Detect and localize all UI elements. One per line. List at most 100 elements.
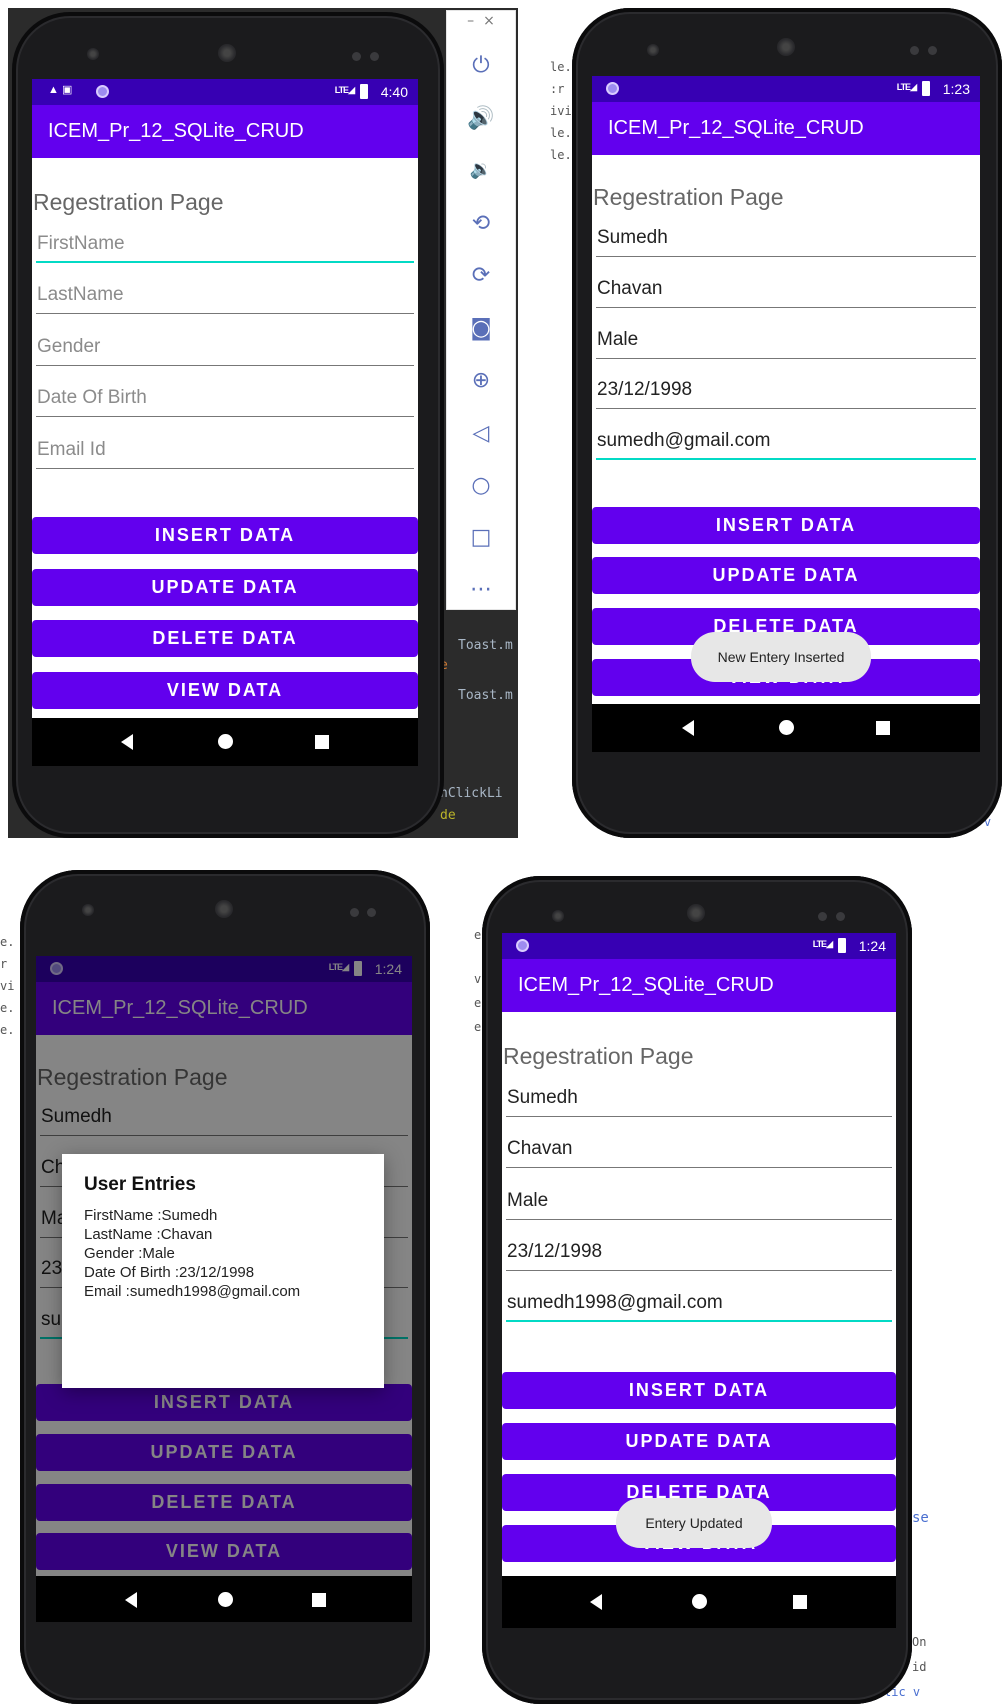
nav-back-icon[interactable] [590,1594,602,1610]
battery-icon [360,84,368,99]
sensor [836,912,845,921]
app-screen: LTE◢ 1:24 ICEM_Pr_12_SQLite_CRUD Regestr… [502,933,896,1628]
rotate-left-icon[interactable]: ⟲ [447,211,515,236]
first-name-field[interactable]: Sumedh [506,1083,892,1117]
page-title: Regestration Page [593,184,784,210]
status-bar: ▲ ▣ LTE◢ 4:40 [32,79,418,105]
back-icon[interactable]: ◁ [447,421,515,446]
battery-icon [922,81,930,96]
app-title: ICEM_Pr_12_SQLite_CRUD [592,102,980,155]
update-data-button[interactable]: UPDATE DATA [592,557,980,594]
earpiece [215,900,233,918]
nav-bar [502,1576,896,1628]
user-entries-dialog: User Entries FirstName :Sumedh LastName … [62,1154,384,1388]
last-name-field[interactable]: Chavan [596,274,976,308]
dialog-line-email: Email :sumedh1998@gmail.com [84,1283,301,1300]
more-icon[interactable]: ⋯ [447,577,515,602]
gender-field[interactable]: Male [596,325,976,359]
nav-overview-icon[interactable] [876,721,890,735]
status-time: 1:24 [858,938,886,954]
sensor [928,46,937,55]
panel-screen-empty-form: e Toast.m Toast.m nClickLi de – × ⏻ 🔊 🔉 … [0,0,520,845]
email-field[interactable]: Email Id [36,435,414,469]
nav-home-icon[interactable] [779,720,794,735]
dob-field[interactable]: 23/12/1998 [596,375,976,409]
front-camera [552,910,564,922]
code-fragment: le. [550,126,572,140]
nav-overview-icon[interactable] [315,735,329,749]
volume-up-icon[interactable]: 🔊 [447,106,515,131]
page-title: Regestration Page [503,1043,694,1069]
code-fragment: e. [0,935,15,949]
nav-overview-icon[interactable] [793,1595,807,1609]
notification-icons: ▲ ▣ [48,84,73,96]
code-on: On [912,1635,927,1649]
camera-icon[interactable]: ◙ [447,316,515,341]
status-time: 4:40 [380,84,408,100]
update-data-button[interactable]: UPDATE DATA [32,569,418,606]
first-name-field[interactable]: Sumedh [596,223,976,257]
page-title: Regestration Page [33,189,224,215]
sensor [367,908,376,917]
code-fragment: e. [0,1023,15,1037]
volume-down-icon[interactable]: 🔉 [447,159,515,180]
app-title: ICEM_Pr_12_SQLite_CRUD [32,105,418,158]
nav-bar [32,718,418,766]
toast-message: New Entery Inserted [691,632,871,682]
last-name-field[interactable]: Chavan [506,1134,892,1168]
last-name-field[interactable]: LastName [36,280,414,314]
panel-screen-updated: e. vi e. e. se On id lic v LTE◢ 1:24 ICE… [474,860,1006,1704]
dob-field[interactable]: Date Of Birth [36,383,414,417]
code-fragment: :r [550,82,565,96]
overview-icon[interactable]: □ [447,525,515,550]
code-se: se [912,1510,929,1526]
nav-home-icon[interactable] [692,1594,707,1609]
code-fragment: le. [550,60,572,74]
email-field[interactable]: sumedh1998@gmail.com [506,1288,892,1322]
nav-home-icon[interactable] [218,1592,233,1607]
insert-data-button[interactable]: INSERT DATA [502,1372,896,1409]
nav-overview-icon[interactable] [312,1593,326,1607]
code-fragment: e. [0,1001,15,1015]
code-fragment: le. [550,148,572,162]
update-data-button[interactable]: UPDATE DATA [502,1423,896,1460]
delete-data-button[interactable]: DELETE DATA [32,620,418,657]
sensor [352,52,361,61]
view-data-button[interactable]: VIEW DATA [32,672,418,709]
gender-field[interactable]: Male [506,1186,892,1220]
nav-bar [36,1576,412,1622]
power-icon[interactable]: ⏻ [447,53,515,78]
insert-data-button[interactable]: INSERT DATA [592,507,980,544]
nav-back-icon[interactable] [125,1592,137,1608]
notification-dot-icon [516,939,529,952]
dob-field[interactable]: 23/12/1998 [506,1237,892,1271]
code-toast-1: Toast.m [458,638,513,653]
nav-home-icon[interactable] [218,734,233,749]
email-field[interactable]: sumedh@gmail.com [596,426,976,460]
code-fragment: vi [0,979,15,993]
nav-back-icon[interactable] [121,734,133,750]
sensor [818,912,827,921]
front-camera [87,48,99,60]
zoom-icon[interactable]: ⊕ [447,368,515,393]
gender-field[interactable]: Gender [36,332,414,366]
toast-message: Entery Updated [616,1498,772,1548]
home-icon[interactable]: ○ [447,473,515,498]
front-camera [647,44,659,56]
first-name-field[interactable]: FirstName [36,229,414,263]
status-bar: LTE◢ 1:23 [592,76,980,102]
signal-icon: LTE◢ [812,939,833,949]
notification-dot-icon [606,82,619,95]
signal-icon: LTE◢ [334,85,355,95]
rotate-right-icon[interactable]: ⟳ [447,263,515,288]
dialog-line-last-name: LastName :Chavan [84,1226,213,1243]
code-onclick: nClickLi [440,786,503,801]
nav-back-icon[interactable] [682,720,694,736]
app-title: ICEM_Pr_12_SQLite_CRUD [502,959,896,1012]
app-screen: LTE◢ 1:23 ICEM_Pr_12_SQLite_CRUD Regestr… [592,76,980,752]
dialog-line-gender: Gender :Male [84,1245,175,1262]
phone-frame: LTE◢ 1:23 ICEM_Pr_12_SQLite_CRUD Regestr… [572,8,1002,838]
code-fragment: ivi [550,104,572,118]
insert-data-button[interactable]: INSERT DATA [32,517,418,554]
code-toast-2: Toast.m [458,688,513,703]
